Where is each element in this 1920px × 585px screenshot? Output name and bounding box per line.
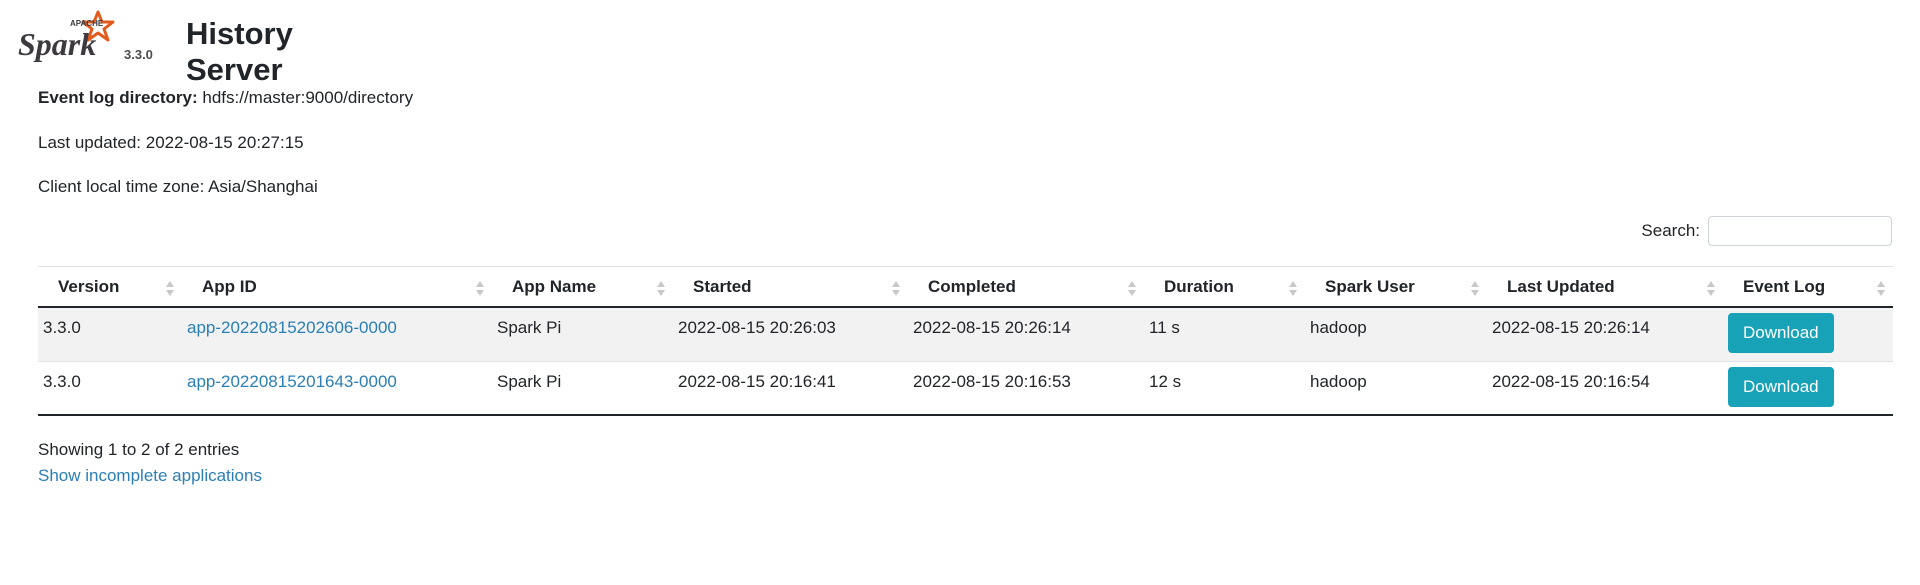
column-header-duration[interactable]: Duration: [1144, 267, 1305, 308]
cell-started: 2022-08-15 20:16:41: [678, 371, 836, 391]
cell-completed: 2022-08-15 20:26:14: [913, 318, 1071, 337]
header: APACHE Spark 3.3.0 History Server: [18, 10, 293, 87]
app-id-link[interactable]: app-20220815202606-0000: [187, 318, 397, 337]
cell-event-log: Download: [1723, 307, 1893, 361]
applications-table: Version App ID App Name Started Complete…: [38, 266, 1893, 416]
sort-icon: [892, 281, 900, 299]
page-title: History Server: [186, 16, 293, 87]
cell-started: 2022-08-15 20:26:03: [678, 318, 836, 337]
event-log-value: hdfs://master:9000/directory: [202, 88, 414, 107]
cell-last-updated: 2022-08-15 20:16:54: [1492, 371, 1650, 391]
cell-app-name: Spark Pi: [497, 318, 562, 337]
app-id-link[interactable]: app-20220815201643-0000: [187, 372, 397, 391]
cell-completed: 2022-08-15 20:16:53: [913, 371, 1071, 391]
cell-app-name: Spark Pi: [497, 371, 562, 391]
sort-icon: [1471, 281, 1479, 299]
sort-icon: [166, 281, 174, 299]
column-header-version[interactable]: Version: [38, 267, 182, 308]
cell-event-log: Download: [1723, 361, 1893, 415]
cell-duration: 12 s: [1149, 371, 1182, 391]
sort-icon: [476, 281, 484, 299]
spark-logo[interactable]: APACHE Spark: [18, 10, 123, 65]
table-row: 3.3.0 app-20220815202606-0000 Spark Pi 2…: [38, 307, 1893, 361]
column-header-last-updated[interactable]: Last Updated: [1487, 267, 1723, 308]
sort-icon: [657, 281, 665, 299]
cell-spark-user: hadoop: [1310, 371, 1367, 391]
show-incomplete-link[interactable]: Show incomplete applications: [38, 466, 262, 486]
sort-icon: [1877, 281, 1885, 299]
cell-app-id: app-20220815202606-0000: [182, 307, 492, 361]
download-button[interactable]: Download: [1728, 366, 1834, 407]
column-header-spark-user[interactable]: Spark User: [1305, 267, 1487, 308]
cell-version: 3.3.0: [43, 371, 81, 391]
spark-logo-icon: APACHE Spark: [18, 10, 115, 62]
cell-duration: 11 s: [1149, 318, 1180, 337]
event-log-directory: Event log directory: hdfs://master:9000/…: [38, 88, 413, 108]
spark-version: 3.3.0: [124, 47, 153, 62]
client-timezone: Client local time zone: Asia/Shanghai: [38, 177, 318, 196]
cell-last-updated: 2022-08-15 20:26:14: [1492, 318, 1650, 337]
logo-text: Spark: [18, 26, 96, 62]
search-input[interactable]: [1708, 216, 1892, 246]
column-header-event-log[interactable]: Event Log: [1723, 267, 1893, 308]
search-box: Search:: [1641, 216, 1892, 246]
column-header-app-name[interactable]: App Name: [492, 267, 673, 308]
last-updated: Last updated: 2022-08-15 20:27:15: [38, 133, 304, 152]
cell-version: 3.3.0: [43, 318, 81, 337]
download-button[interactable]: Download: [1728, 313, 1834, 353]
table-row: 3.3.0 app-20220815201643-0000 Spark Pi 2…: [38, 361, 1893, 415]
sort-icon: [1289, 281, 1297, 299]
column-header-app-id[interactable]: App ID: [182, 267, 492, 308]
table-header-row: Version App ID App Name Started Complete…: [38, 266, 1893, 308]
sort-icon: [1128, 281, 1136, 299]
cell-spark-user: hadoop: [1310, 318, 1367, 337]
history-server-page: APACHE Spark 3.3.0 History Server Event …: [0, 0, 1920, 585]
entries-info: Showing 1 to 2 of 2 entries: [38, 440, 240, 459]
event-log-label: Event log directory:: [38, 88, 198, 107]
sort-icon: [1707, 281, 1715, 299]
cell-app-id: app-20220815201643-0000: [182, 361, 492, 415]
column-header-started[interactable]: Started: [673, 267, 908, 308]
column-header-completed[interactable]: Completed: [908, 267, 1144, 308]
search-label: Search:: [1641, 221, 1700, 240]
applications-table-wrapper: Version App ID App Name Started Complete…: [38, 266, 1893, 416]
